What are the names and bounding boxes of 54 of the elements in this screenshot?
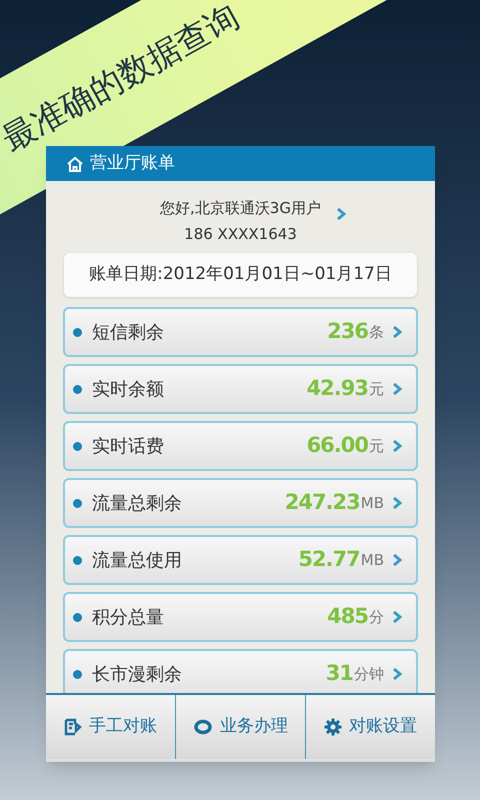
item-unit: MB: [360, 550, 384, 571]
item-unit: 元: [369, 378, 384, 400]
item-value: 236: [327, 318, 368, 346]
item-value: 31: [326, 660, 353, 688]
item-value: 247.23: [284, 489, 360, 516]
balance-row[interactable]: 积分总量 485分: [63, 592, 418, 642]
item-unit: 分: [369, 606, 384, 628]
bullet-icon: [73, 670, 82, 678]
item-value: 66.00: [306, 432, 368, 460]
item-unit: 条: [369, 322, 384, 343]
header-title: 营业厅账单: [90, 152, 175, 175]
chevron-icon: [392, 496, 402, 510]
bullet-icon: [73, 612, 82, 622]
bill-period-box: 账单日期:2012年01月01日~01月17日: [64, 253, 417, 297]
balance-row[interactable]: 流量总剩余 247.23MB: [63, 478, 418, 528]
chevron-icon[interactable]: [336, 207, 346, 221]
bullet-icon: [73, 328, 82, 336]
item-unit: MB: [360, 492, 384, 514]
chevron-icon: [392, 667, 402, 681]
toolbar-button[interactable]: 对账设置: [305, 695, 435, 759]
balance-row[interactable]: 长市漫剩余 31分钟: [63, 649, 418, 693]
item-label: 流量总剩余: [92, 492, 182, 516]
item-value: 52.77: [298, 546, 360, 574]
home-icon: [66, 156, 84, 172]
toolbar-button[interactable]: 手工对账: [46, 695, 175, 759]
ring-icon: [193, 719, 213, 735]
bullet-icon: [73, 384, 82, 394]
bullet-icon: [73, 442, 82, 450]
item-value: 485: [327, 603, 368, 630]
balance-row[interactable]: 实时话费 66.00元: [63, 421, 418, 471]
phone-number: 186 XXXX1643: [184, 224, 297, 245]
note-icon: [64, 718, 82, 736]
bullet-icon: [73, 556, 82, 564]
item-label: 短信剩余: [92, 320, 164, 344]
item-value: 42.93: [306, 375, 368, 402]
chevron-icon: [392, 382, 402, 396]
balance-row[interactable]: 短信剩余 236条: [63, 307, 418, 357]
greeting-text: 您好,北京联通沃3G用户: [160, 198, 321, 219]
item-unit: 元: [369, 436, 384, 457]
chevron-icon: [392, 439, 402, 453]
balance-row[interactable]: 流量总使用 52.77MB: [63, 535, 418, 585]
chevron-icon: [392, 610, 402, 624]
item-unit: 分钟: [354, 664, 384, 685]
item-label: 流量总使用: [92, 548, 182, 572]
item-label: 实时余额: [92, 378, 164, 402]
bullet-icon: [73, 498, 82, 508]
toolbar-button[interactable]: 业务办理: [175, 695, 305, 759]
item-label: 长市漫剩余: [92, 662, 182, 686]
item-label: 实时话费: [92, 434, 164, 458]
balance-row[interactable]: 实时余额 42.93元: [63, 364, 418, 414]
chevron-icon: [392, 325, 402, 339]
gear-icon: [324, 718, 342, 736]
item-label: 积分总量: [92, 606, 164, 630]
chevron-icon: [392, 553, 402, 567]
